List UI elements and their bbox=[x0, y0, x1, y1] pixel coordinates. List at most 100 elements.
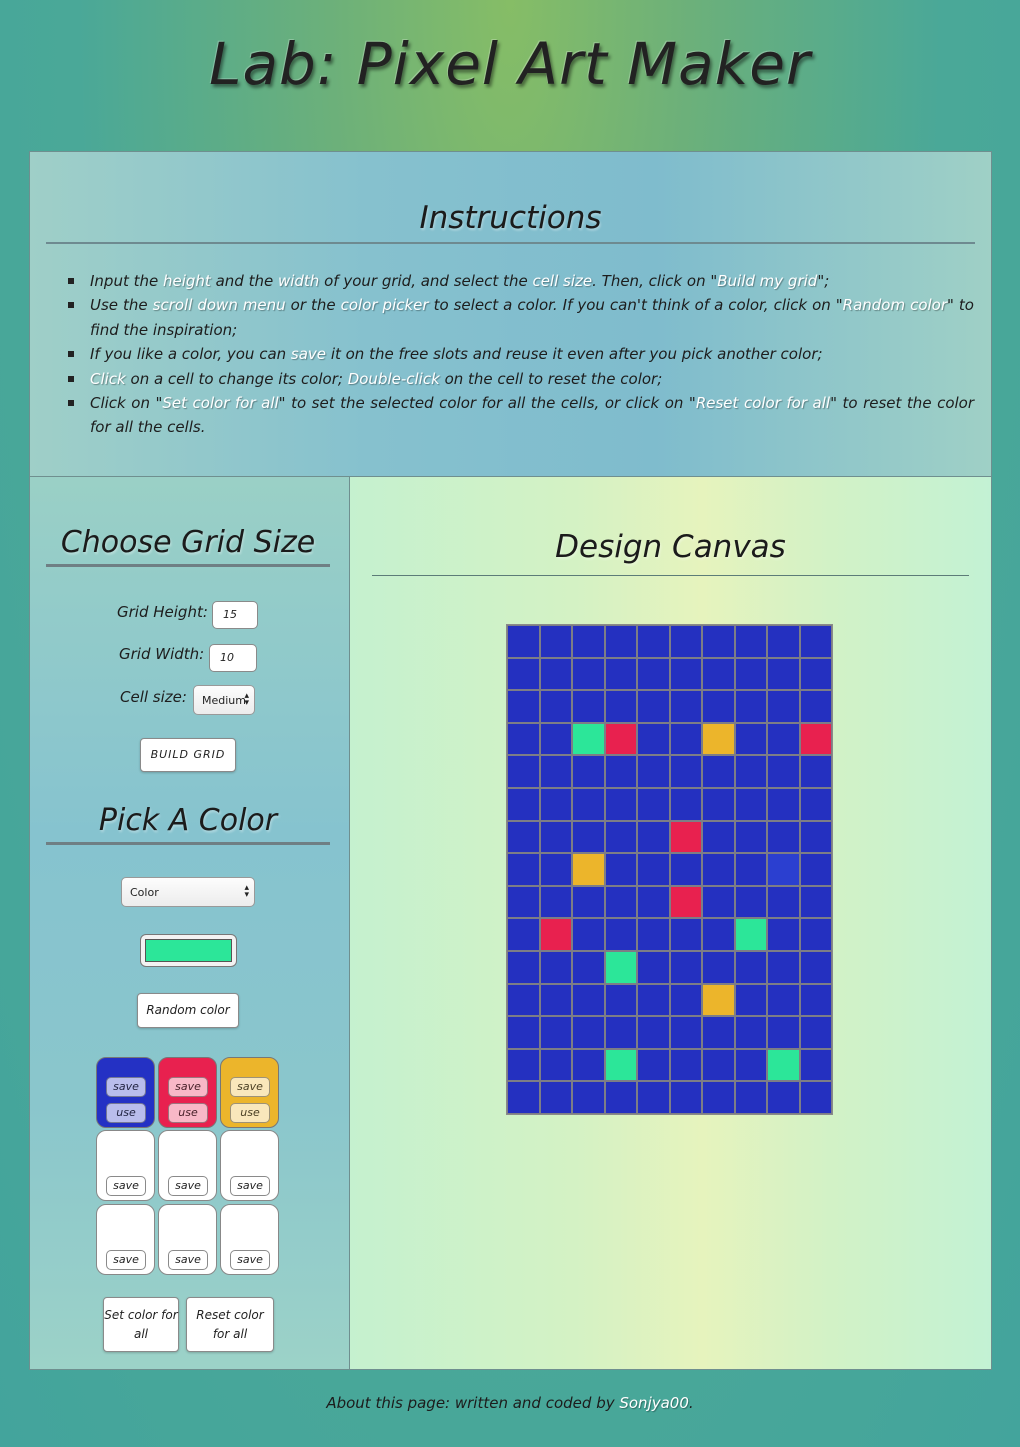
grid-cell[interactable] bbox=[767, 853, 800, 886]
grid-cell[interactable] bbox=[637, 690, 670, 723]
grid-cell[interactable] bbox=[572, 755, 605, 788]
grid-cell[interactable] bbox=[734, 853, 767, 886]
grid-cell[interactable] bbox=[767, 657, 800, 691]
grid-cell[interactable] bbox=[637, 1081, 670, 1114]
grid-cell[interactable] bbox=[799, 625, 832, 658]
color-slot[interactable]: save use bbox=[220, 1057, 279, 1128]
grid-cell[interactable] bbox=[637, 1048, 670, 1082]
grid-cell[interactable] bbox=[507, 690, 540, 723]
grid-cell[interactable] bbox=[539, 1081, 572, 1114]
grid-cell[interactable] bbox=[669, 657, 702, 691]
slot-save-button[interactable]: save bbox=[230, 1176, 270, 1196]
grid-cell[interactable] bbox=[799, 918, 832, 951]
grid-cell[interactable] bbox=[604, 787, 637, 821]
grid-cell[interactable] bbox=[767, 787, 800, 821]
grid-cell[interactable] bbox=[669, 885, 702, 919]
grid-cell[interactable] bbox=[507, 983, 540, 1017]
slot-save-button[interactable]: save bbox=[168, 1176, 208, 1196]
grid-cell[interactable] bbox=[734, 885, 767, 919]
grid-cell[interactable] bbox=[539, 755, 572, 788]
grid-cell[interactable] bbox=[669, 787, 702, 821]
grid-cell[interactable] bbox=[702, 885, 735, 919]
grid-cell[interactable] bbox=[734, 625, 767, 658]
grid-cell[interactable] bbox=[507, 657, 540, 691]
footer-author-link[interactable]: Sonjya00 bbox=[619, 1394, 689, 1412]
grid-cell[interactable] bbox=[539, 787, 572, 821]
color-picker[interactable] bbox=[140, 934, 237, 967]
grid-cell[interactable] bbox=[669, 755, 702, 788]
grid-cell[interactable] bbox=[507, 885, 540, 919]
grid-cell[interactable] bbox=[669, 820, 702, 854]
grid-cell[interactable] bbox=[799, 1048, 832, 1082]
grid-cell[interactable] bbox=[637, 755, 670, 788]
grid-cell[interactable] bbox=[799, 657, 832, 691]
grid-cell[interactable] bbox=[702, 690, 735, 723]
grid-cell[interactable] bbox=[637, 853, 670, 886]
grid-cell[interactable] bbox=[604, 885, 637, 919]
grid-cell[interactable] bbox=[572, 1081, 605, 1114]
grid-cell[interactable] bbox=[767, 885, 800, 919]
grid-cell[interactable] bbox=[767, 1016, 800, 1049]
grid-cell[interactable] bbox=[604, 690, 637, 723]
grid-cell[interactable] bbox=[572, 918, 605, 951]
grid-cell[interactable] bbox=[734, 722, 767, 756]
grid-cell[interactable] bbox=[507, 625, 540, 658]
grid-cell[interactable] bbox=[539, 885, 572, 919]
grid-cell[interactable] bbox=[637, 787, 670, 821]
grid-cell[interactable] bbox=[702, 755, 735, 788]
slot-use-button[interactable]: use bbox=[106, 1103, 146, 1123]
grid-cell[interactable] bbox=[734, 950, 767, 984]
grid-cell[interactable] bbox=[539, 820, 572, 854]
grid-cell[interactable] bbox=[637, 657, 670, 691]
grid-cell[interactable] bbox=[767, 1048, 800, 1082]
color-slot[interactable]: save use bbox=[96, 1057, 155, 1128]
grid-cell[interactable] bbox=[767, 1081, 800, 1114]
grid-cell[interactable] bbox=[799, 983, 832, 1017]
color-slot[interactable]: save bbox=[158, 1204, 217, 1275]
slot-save-button[interactable]: save bbox=[106, 1250, 146, 1270]
color-slot[interactable]: save bbox=[96, 1204, 155, 1275]
color-slot[interactable]: save bbox=[158, 1130, 217, 1201]
grid-cell[interactable] bbox=[507, 755, 540, 788]
grid-cell[interactable] bbox=[637, 625, 670, 658]
grid-width-input[interactable]: 10 bbox=[209, 644, 257, 672]
grid-cell[interactable] bbox=[767, 722, 800, 756]
grid-cell[interactable] bbox=[572, 625, 605, 658]
grid-cell[interactable] bbox=[669, 1016, 702, 1049]
set-color-for-all-button[interactable]: Set color for all bbox=[103, 1297, 179, 1352]
grid-cell[interactable] bbox=[604, 1048, 637, 1082]
grid-cell[interactable] bbox=[507, 1081, 540, 1114]
grid-cell[interactable] bbox=[767, 625, 800, 658]
random-color-button[interactable]: Random color bbox=[137, 993, 239, 1028]
grid-cell[interactable] bbox=[734, 1048, 767, 1082]
grid-cell[interactable] bbox=[799, 1081, 832, 1114]
grid-cell[interactable] bbox=[799, 690, 832, 723]
grid-cell[interactable] bbox=[539, 625, 572, 658]
grid-cell[interactable] bbox=[702, 787, 735, 821]
grid-cell[interactable] bbox=[799, 885, 832, 919]
grid-cell[interactable] bbox=[572, 950, 605, 984]
grid-cell[interactable] bbox=[572, 787, 605, 821]
grid-cell[interactable] bbox=[799, 722, 832, 756]
grid-cell[interactable] bbox=[604, 722, 637, 756]
color-slot[interactable]: save bbox=[220, 1130, 279, 1201]
grid-cell[interactable] bbox=[734, 690, 767, 723]
slot-save-button[interactable]: save bbox=[230, 1077, 270, 1097]
grid-cell[interactable] bbox=[637, 983, 670, 1017]
color-slot[interactable]: save bbox=[96, 1130, 155, 1201]
grid-cell[interactable] bbox=[799, 1016, 832, 1049]
grid-cell[interactable] bbox=[539, 690, 572, 723]
grid-cell[interactable] bbox=[604, 1016, 637, 1049]
grid-cell[interactable] bbox=[702, 657, 735, 691]
grid-cell[interactable] bbox=[572, 657, 605, 691]
grid-cell[interactable] bbox=[734, 918, 767, 951]
grid-cell[interactable] bbox=[702, 722, 735, 756]
grid-cell[interactable] bbox=[637, 722, 670, 756]
grid-cell[interactable] bbox=[702, 1081, 735, 1114]
grid-cell[interactable] bbox=[799, 787, 832, 821]
grid-cell[interactable] bbox=[637, 885, 670, 919]
grid-cell[interactable] bbox=[702, 983, 735, 1017]
slot-save-button[interactable]: save bbox=[168, 1250, 208, 1270]
grid-cell[interactable] bbox=[604, 625, 637, 658]
grid-cell[interactable] bbox=[572, 690, 605, 723]
